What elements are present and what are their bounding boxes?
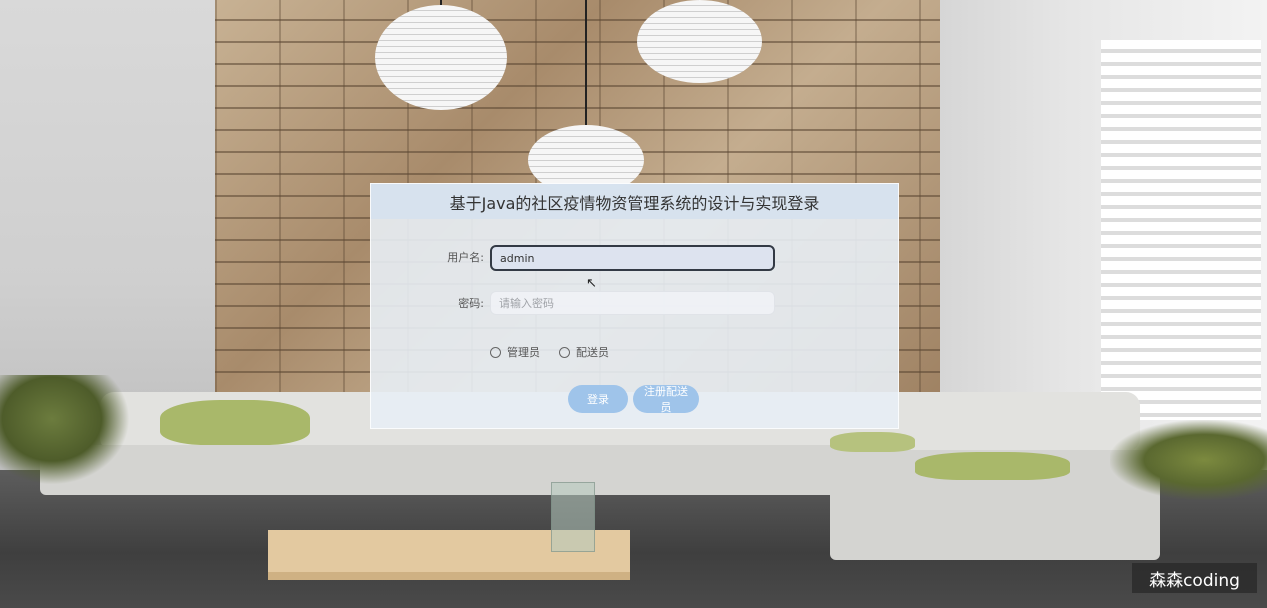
watermark: 森森coding <box>1132 563 1257 593</box>
role-delivery-option[interactable]: 配送员 <box>559 344 609 360</box>
login-title: 基于Java的社区疫情物资管理系统的设计与实现登录 <box>449 193 820 213</box>
role-admin-label: 管理员 <box>507 346 540 359</box>
mouse-cursor-icon: ↖ <box>586 276 597 291</box>
potted-plant <box>1110 420 1267 500</box>
potted-plant <box>0 375 130 485</box>
username-input[interactable] <box>490 245 775 271</box>
radio-admin[interactable] <box>490 346 501 358</box>
username-label: 用户名: <box>447 251 484 264</box>
password-row: 密码: <box>371 291 898 317</box>
pillow <box>915 452 1070 480</box>
login-panel: 基于Java的社区疫情物资管理系统的设计与实现登录 用户名: 密码: 管理员 配… <box>370 183 899 429</box>
lamp-cord <box>585 0 587 125</box>
role-delivery-label: 配送员 <box>576 346 609 359</box>
sofa-seat <box>40 445 840 495</box>
pillow <box>160 400 310 445</box>
role-admin-option[interactable]: 管理员 <box>490 344 540 360</box>
pendant-lamp <box>375 5 507 110</box>
radio-delivery[interactable] <box>559 346 570 358</box>
username-row: 用户名: <box>371 245 898 271</box>
flower-vase <box>551 482 595 552</box>
pendant-lamp <box>637 0 762 83</box>
login-button[interactable]: 登录 <box>568 385 628 413</box>
login-title-bar: 基于Java的社区疫情物资管理系统的设计与实现登录 <box>371 184 898 219</box>
password-label: 密码: <box>458 297 484 310</box>
password-input[interactable] <box>490 291 775 315</box>
window-blinds <box>1095 40 1261 420</box>
register-delivery-button[interactable]: 注册配送员 <box>633 385 699 414</box>
role-radio-group: 管理员 配送员 <box>490 345 628 359</box>
pillow <box>830 432 915 452</box>
